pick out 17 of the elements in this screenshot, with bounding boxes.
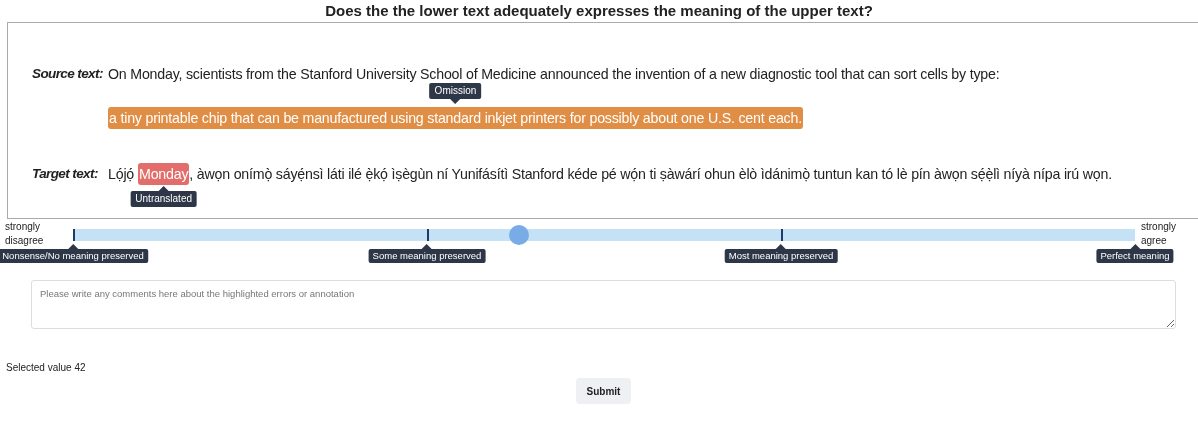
tick-mark bbox=[427, 229, 429, 241]
sentence-text: Lọ́jọ́ bbox=[108, 165, 135, 184]
submit-button[interactable]: Submit bbox=[575, 378, 632, 404]
tick-mark bbox=[73, 229, 75, 241]
scale-label: Most meaning preserved bbox=[724, 244, 838, 263]
question-title: Does the the lower text adequately expresses the meaning of the upper text? bbox=[324, 1, 874, 21]
highlighted-span: Monday bbox=[138, 163, 190, 185]
sentence-text: , àwọn onímọ̀ sáyẹ́nsì láti ilé ẹ̀kọ́ ìṣègùn ní Yunifásítì Stanford kéde pé wọ́n ti ṣàwárí ohun èlò ìdánimọ̀ tuntun kan tó lè pín àwọn sẹ́ẹ̀lì níyà nípa irú wọn. bbox=[189, 165, 1112, 184]
section-label: Target text: bbox=[32, 165, 99, 183]
highlighted-span: a tiny printable chip that can be manufactured using standard inkjet printers for possibly about one U.S. cent each. bbox=[108, 107, 803, 129]
section-label: Source text: bbox=[32, 65, 104, 83]
sentence-text: On Monday, scientists from the Stanford University School of Medicine announced the invention of a new diagnostic tool that can sort cells by type: bbox=[108, 65, 1000, 84]
slider-thumb[interactable] bbox=[509, 225, 530, 245]
scale-label: Some meaning preserved bbox=[368, 244, 486, 263]
selected-value-text: Selected value 42 bbox=[6, 361, 86, 375]
tick-mark bbox=[781, 229, 783, 241]
comment-field[interactable]: Please write any comments here about the highlighted errors or annotation bbox=[31, 280, 1176, 329]
